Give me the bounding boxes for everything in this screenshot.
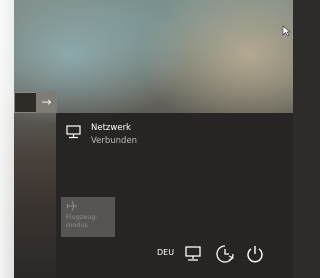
language-indicator[interactable]: DEU xyxy=(157,248,174,257)
airplane-icon xyxy=(66,200,77,212)
password-field[interactable] xyxy=(14,92,37,113)
mouse-cursor-icon xyxy=(282,25,291,37)
wired-network-icon xyxy=(66,125,81,139)
network-status: Verbunden xyxy=(91,136,138,146)
airplane-mode-tile[interactable]: Flugzeug- modus xyxy=(61,197,115,237)
network-title: Netzwerk xyxy=(91,123,131,133)
side-edge xyxy=(0,0,14,278)
submit-arrow-button[interactable]: → xyxy=(36,92,57,113)
network-item[interactable]: Netzwerk Verbunden xyxy=(64,123,264,153)
network-taskbar-icon[interactable] xyxy=(185,246,203,262)
ease-of-access-icon[interactable] xyxy=(215,244,235,264)
airplane-mode-label: Flugzeug- modus xyxy=(66,213,98,229)
power-icon[interactable] xyxy=(245,244,265,264)
